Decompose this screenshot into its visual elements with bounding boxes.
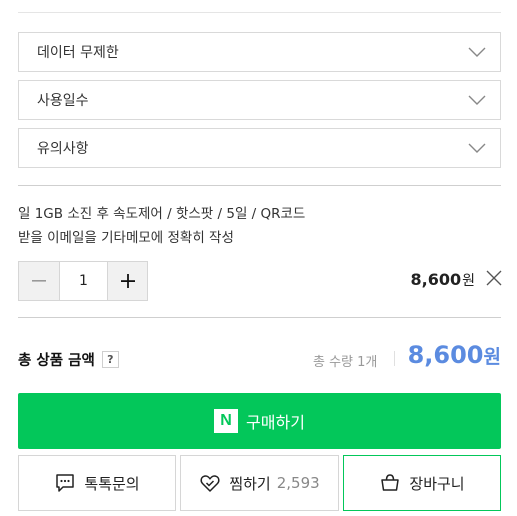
option-select-notice[interactable]: 유의사항: [18, 128, 501, 168]
quantity-stepper: 1: [18, 261, 148, 301]
buy-button-label: 구매하기: [246, 413, 305, 432]
total-price-value: 8,600: [407, 341, 484, 369]
option-select-label: 사용일수: [37, 93, 89, 109]
summary-separator: [394, 351, 395, 366]
quantity-input[interactable]: 1: [59, 262, 107, 300]
help-icon[interactable]: ?: [101, 351, 119, 368]
naver-pay-logo-icon: N: [214, 409, 239, 433]
top-divider: [18, 12, 501, 13]
wishlist-label: 찜하기: [229, 474, 271, 493]
buy-button[interactable]: N 구매하기: [18, 393, 501, 449]
line-item-currency: 원: [462, 273, 475, 289]
selected-option-description: 일 1GB 소진 후 속도제어 / 핫스팟 / 5일 / QR코드 받을 이메일…: [18, 202, 305, 250]
wishlist-count: 2,593: [276, 474, 320, 492]
description-line: 받을 이메일을 기타메모에 정확히 작성: [18, 230, 234, 246]
plus-icon: [120, 274, 135, 288]
description-line: 일 1GB 소진 후 속도제어 / 핫스팟 / 5일 / QR코드: [18, 206, 306, 222]
add-to-cart-button[interactable]: 장바구니: [343, 455, 501, 511]
add-to-cart-label: 장바구니: [409, 474, 465, 493]
chevron-down-icon: [468, 95, 486, 105]
summary-divider: [18, 317, 501, 318]
option-select-data[interactable]: 데이터 무제한: [18, 32, 501, 72]
line-item-price-value: 8,600: [410, 270, 462, 289]
quantity-decrease-button[interactable]: [19, 262, 59, 300]
heart-check-icon: [200, 475, 220, 492]
option-select-label: 유의사항: [37, 141, 89, 157]
chevron-down-icon: [468, 47, 486, 57]
option-select-label: 데이터 무제한: [37, 45, 119, 61]
total-price: 8,600원: [408, 341, 501, 369]
naver-logo-letter: N: [220, 412, 232, 429]
close-icon[interactable]: [485, 269, 503, 287]
chat-bubble-icon: [56, 474, 75, 492]
total-label-text: 총 상품 금액: [18, 353, 95, 369]
total-quantity: 총 수량 1개: [313, 355, 378, 370]
talk-inquiry-button[interactable]: 톡톡문의: [18, 455, 176, 511]
quantity-increase-button[interactable]: [107, 262, 147, 300]
line-item-price: 8,600원: [411, 270, 476, 290]
options-divider: [18, 185, 501, 186]
wishlist-button[interactable]: 찜하기 2,593: [180, 455, 339, 511]
total-price-currency: 원: [483, 346, 501, 368]
chevron-down-icon: [468, 143, 486, 153]
talk-inquiry-label: 톡톡문의: [84, 474, 140, 493]
total-amount-label: 총 상품 금액 ?: [18, 349, 119, 370]
shopping-basket-icon: [381, 474, 400, 491]
minus-icon: [32, 280, 46, 282]
option-select-days[interactable]: 사용일수: [18, 80, 501, 120]
